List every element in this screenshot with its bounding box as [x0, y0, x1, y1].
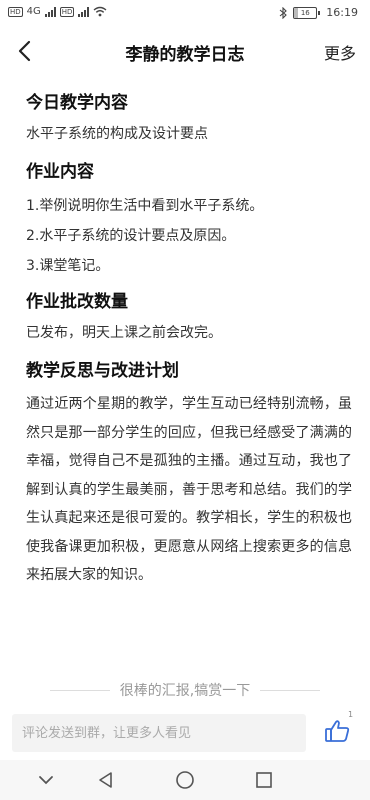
- grading-text: 已发布，明天上课之前会改完。: [26, 325, 222, 341]
- homework-item: 3.课堂笔记。: [26, 258, 110, 274]
- battery-icon: 16: [293, 6, 321, 19]
- square-recent-icon: [256, 772, 272, 788]
- app-header: 李静的教学日志 更多: [0, 30, 370, 72]
- status-bar: HD 4G HD 16 16:19: [0, 0, 370, 28]
- page-title: 李静的教学日志: [125, 45, 245, 65]
- network-label: 4G: [26, 6, 41, 17]
- reflection-text: 通过近两个星期的教学，学生互动已经特别流畅，虽然只是那一部分学生的回应，但我已经…: [26, 396, 352, 583]
- today-title: 今日教学内容: [26, 93, 128, 113]
- homework-list: 1.举例说明你生活中看到水平子系统。 2.水平子系统的设计要点及原因。 3.课堂…: [26, 191, 352, 281]
- log-content: 今日教学内容 水平子系统的构成及设计要点 作业内容 1.举例说明你生活中看到水平…: [26, 90, 352, 590]
- sim2-icon: HD: [59, 6, 75, 17]
- nav-recent-button[interactable]: [252, 768, 276, 792]
- signal2-icon: [78, 6, 90, 17]
- sim1-icon: HD: [8, 6, 23, 17]
- divider: [50, 689, 110, 691]
- more-button[interactable]: 更多: [324, 40, 356, 64]
- nav-down-button[interactable]: [34, 768, 58, 792]
- chevron-down-icon: [39, 776, 53, 785]
- status-right: 16 16:19: [279, 6, 358, 19]
- status-left: HD 4G HD: [8, 6, 107, 17]
- navigation-bar: [0, 760, 370, 800]
- reward-button[interactable]: 很棒的汇报,犒赏一下: [50, 680, 321, 700]
- like-count: 1: [348, 710, 354, 719]
- like-button[interactable]: [322, 716, 352, 746]
- reward-label: 很棒的汇报,犒赏一下: [119, 683, 251, 699]
- homework-item: 2.水平子系统的设计要点及原因。: [26, 228, 236, 244]
- battery-percent: 16: [300, 8, 310, 17]
- today-text: 水平子系统的构成及设计要点: [26, 126, 208, 142]
- grading-title: 作业批改数量: [26, 292, 128, 312]
- triangle-back-icon: [99, 772, 112, 788]
- wifi-icon: [93, 6, 107, 17]
- homework-title: 作业内容: [26, 162, 94, 182]
- comment-input[interactable]: [12, 714, 302, 752]
- clock: 16:19: [326, 6, 358, 19]
- comment-box: [12, 714, 306, 752]
- circle-home-icon: [176, 771, 194, 789]
- nav-back-button[interactable]: [94, 768, 118, 792]
- signal-icon: [44, 6, 56, 17]
- nav-home-button[interactable]: [173, 768, 197, 792]
- thumbs-up-icon: [325, 720, 350, 742]
- battery-fill: [294, 7, 298, 18]
- reflection-title: 教学反思与改进计划: [26, 361, 179, 381]
- homework-item: 1.举例说明你生活中看到水平子系统。: [26, 198, 264, 214]
- bluetooth-icon: [279, 6, 288, 19]
- divider: [260, 689, 321, 691]
